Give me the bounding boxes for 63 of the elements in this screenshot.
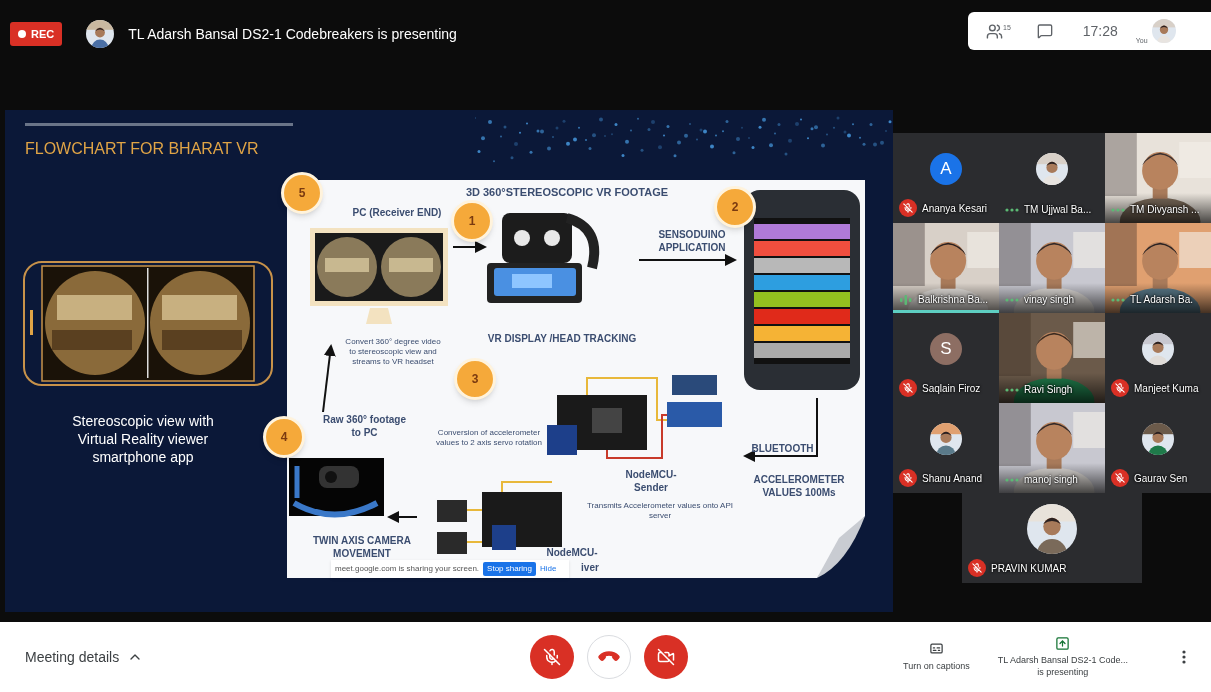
participant-name: vinay singh xyxy=(1024,293,1075,307)
participant-name: TL Adarsh Ba. xyxy=(1130,293,1193,307)
flowchart-label: TWIN AXIS CAMERA MOVEMENT xyxy=(312,534,412,560)
participant-name: Gaurav Sen xyxy=(1134,471,1188,486)
flowchart-label: VR DISPLAY /HEAD TRACKING xyxy=(486,332,638,345)
arrow xyxy=(452,241,487,253)
more-options-icon xyxy=(1182,650,1186,664)
avatar-letter: A xyxy=(930,153,962,185)
flowchart-label: Convert 360° degree video to stereoscopic view and streams to VR headset xyxy=(344,337,442,367)
chat-icon xyxy=(1036,23,1053,39)
flowchart-label: iver xyxy=(580,561,600,574)
captions-icon xyxy=(928,640,944,656)
hide-link[interactable]: Hide xyxy=(540,563,557,575)
flowchart-label: Transmits Accelerometer values onto API server xyxy=(586,501,734,521)
flowchart-label: ACCELEROMETER VALUES 100Ms xyxy=(752,473,846,499)
meeting-details-button[interactable]: Meeting details xyxy=(25,646,530,668)
step-number: 1 xyxy=(451,200,493,242)
presenting-text: is presenting xyxy=(1037,666,1089,678)
arrow xyxy=(322,344,336,413)
hang-up-button[interactable] xyxy=(587,635,631,679)
slide-title: FLOWCHART FOR BHARAT VR xyxy=(25,139,259,159)
participant-name: manoj singh xyxy=(1024,473,1078,487)
flowchart-label: PC (Receiver END) xyxy=(351,206,443,219)
step-number: 2 xyxy=(714,186,756,228)
flowchart-label: NodeMCU- xyxy=(545,546,599,559)
presenter-text: TL Adarsh Bansal DS2-1 Codebreakers is presenting xyxy=(128,24,457,44)
microphone-button[interactable] xyxy=(530,635,574,679)
participant-name: Manjeet Kuma xyxy=(1134,381,1199,396)
participant-name: PRAVIN KUMAR xyxy=(991,561,1067,576)
step-number: 4 xyxy=(263,416,305,458)
captions-button[interactable]: Turn on captions xyxy=(903,640,970,674)
recording-badge: REC xyxy=(10,22,63,46)
flowchart-label: 3D 360°STEREOSCOPIC VR FOOTAGE xyxy=(464,185,670,200)
clock-time: 17:28 xyxy=(1082,21,1118,41)
step-number: 5 xyxy=(281,172,323,214)
flowchart-label: Conversion of accelerometer values to 2 axis servo rotation xyxy=(435,428,543,448)
more-options-button[interactable] xyxy=(1182,650,1186,664)
presentation-button[interactable]: TL Adarsh Bansal DS2-1 Code... is presenting xyxy=(997,636,1128,678)
share-notice-text: meet.google.com is sharing your screen. xyxy=(335,563,480,575)
page-curl-drawing xyxy=(817,516,865,578)
participant-name: Balkrishna Ba... xyxy=(918,293,989,307)
camera-off-icon xyxy=(657,648,675,666)
camera-button[interactable] xyxy=(644,635,688,679)
participant-name: Ravi Singh xyxy=(1024,383,1073,397)
flowchart-label: BLUETOOTH xyxy=(750,442,815,455)
arrow xyxy=(387,511,418,523)
microphone-off-icon xyxy=(543,648,561,666)
flowchart-label: NodeMCU-Sender xyxy=(624,468,678,494)
stop-sharing-button[interactable]: Stop sharing xyxy=(483,562,536,576)
participant-name: Shanu Anand xyxy=(922,471,983,486)
participant-name: Ananya Kesari xyxy=(922,201,988,216)
flowchart-label: Raw 360° footage to PC xyxy=(322,413,407,439)
step-number: 3 xyxy=(454,358,496,400)
present-icon xyxy=(1055,636,1071,651)
flowchart-label: SENSODUINO APPLICATION xyxy=(657,228,727,254)
avatar-letter: S xyxy=(930,333,962,365)
participant-name: TM Ujjwal Ba... xyxy=(1024,203,1092,217)
participant-name: TM Divyansh ... xyxy=(1130,203,1200,217)
people-icon xyxy=(986,22,1003,40)
participant-name: Saqlain Firoz xyxy=(922,381,981,396)
chat-button[interactable] xyxy=(1036,23,1053,39)
slide-caption: Stereoscopic view with Virtual Reality viewer smartphone app xyxy=(71,412,215,466)
presenting-text: TL Adarsh Bansal DS2-1 Code... xyxy=(997,654,1128,666)
